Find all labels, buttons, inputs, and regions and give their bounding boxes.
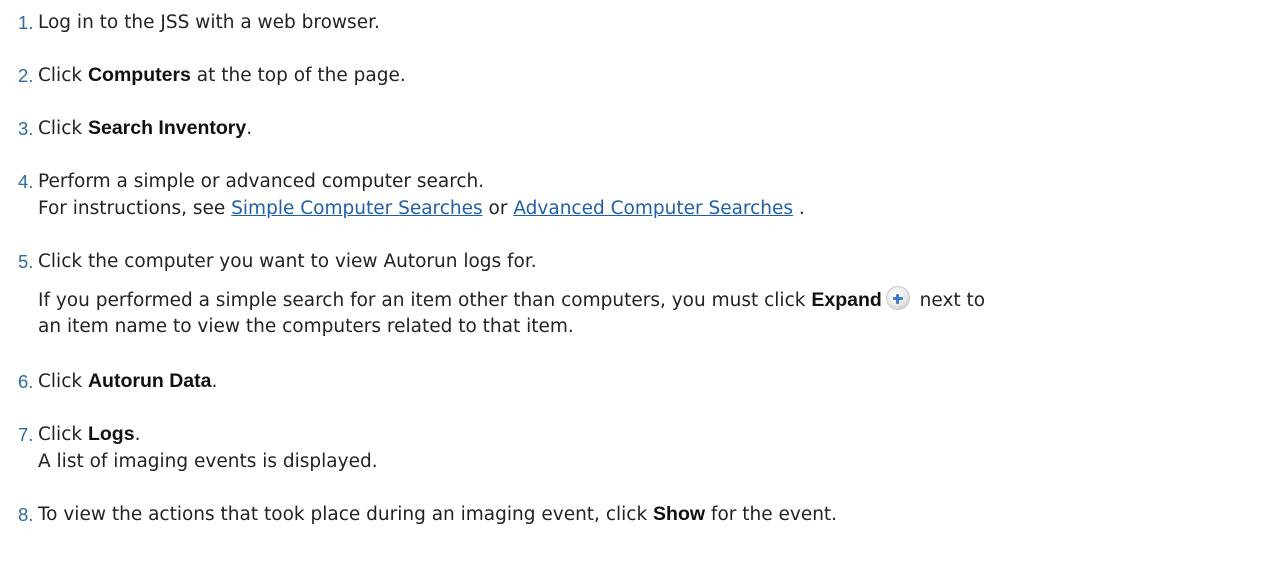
step-number: 1. — [18, 12, 34, 33]
step-text-post: at the top of the page. — [190, 65, 406, 86]
note-pre: If you performed a simple search for an … — [38, 290, 812, 311]
step-number: 3. — [18, 118, 34, 139]
step-text: Click Search Inventory. — [38, 115, 252, 142]
step-number: 8. — [18, 504, 34, 525]
step-text-content: Click the computer you want to view Auto… — [38, 251, 537, 272]
subtext-mid: or — [482, 198, 514, 219]
step-text-pre: Click — [38, 424, 88, 445]
step-text-pre: Click — [38, 371, 88, 392]
command-search-inventory: Search Inventory — [87, 117, 247, 139]
step-number: 2. — [18, 65, 34, 86]
step-number: 4. — [18, 171, 34, 192]
subtext-post: . — [793, 198, 805, 219]
step-text: Click the computer you want to view Auto… — [38, 248, 537, 275]
advanced-computer-searches-link[interactable]: Advanced Computer Searches — [513, 198, 793, 219]
step-text-content: Log in to the JSS with a web browser. — [38, 12, 380, 33]
simple-computer-searches-link[interactable]: Simple Computer Searches — [231, 198, 482, 219]
step-text-pre: Click — [38, 65, 88, 86]
step-subtext: For instructions, see Simple Computer Se… — [38, 195, 805, 222]
step-number: 6. — [18, 371, 34, 392]
subtext-content: A list of imaging events is displayed. — [38, 451, 378, 472]
step-text: To view the actions that took place duri… — [38, 501, 837, 528]
subtext-pre: For instructions, see — [38, 198, 232, 219]
step-text-post: for the event. — [705, 504, 838, 525]
step-text-pre: Click — [38, 118, 88, 139]
step-number: 7. — [18, 424, 34, 445]
plus-circle-icon — [885, 286, 910, 310]
command-computers: Computers — [87, 64, 191, 86]
command-expand: Expand — [811, 289, 882, 311]
step-text: Perform a simple or advanced computer se… — [38, 168, 484, 195]
step-text-pre: To view the actions that took place duri… — [38, 504, 654, 525]
step-text: Click Autorun Data. — [38, 368, 217, 395]
command-logs: Logs — [87, 423, 135, 445]
command-autorun-data: Autorun Data — [87, 370, 212, 392]
step-text-post: . — [246, 118, 253, 139]
step-note: If you performed a simple search for an … — [38, 286, 985, 314]
command-show: Show — [653, 503, 706, 525]
note-line2: an item name to view the computers relat… — [38, 316, 574, 337]
step-text-post: . — [211, 371, 218, 392]
note-post: next to — [913, 290, 986, 311]
step-text: Click Computers at the top of the page. — [38, 62, 406, 89]
step-text-content: Perform a simple or advanced computer se… — [38, 171, 485, 192]
step-text-post: . — [134, 424, 141, 445]
step-text: Log in to the JSS with a web browser. — [38, 9, 380, 36]
step-number: 5. — [18, 251, 34, 272]
step-text: Click Logs. — [38, 421, 140, 448]
step-subtext: A list of imaging events is displayed. — [38, 448, 378, 475]
step-note-line2: an item name to view the computers relat… — [38, 313, 574, 340]
